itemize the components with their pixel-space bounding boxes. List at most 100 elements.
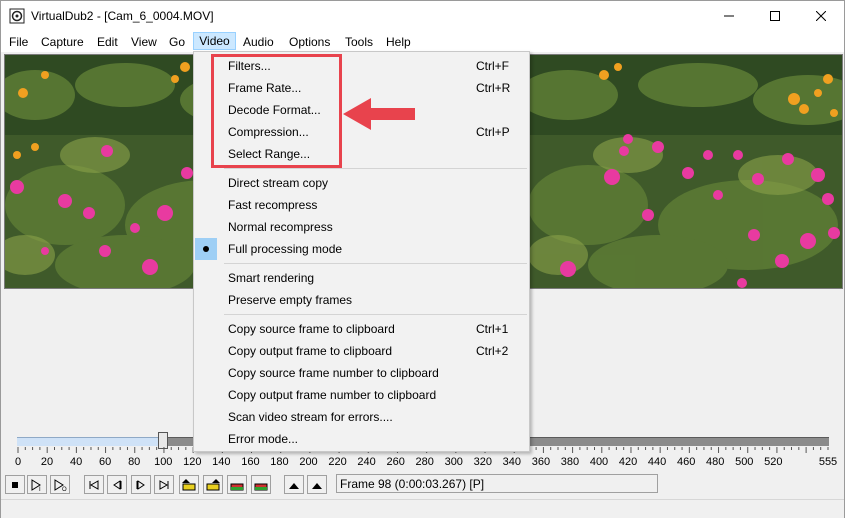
scene-forward-button[interactable] <box>251 475 271 494</box>
menu-item-smart-rendering[interactable]: Smart rendering <box>195 267 528 289</box>
tick-label: 500 <box>735 456 754 468</box>
output-frame-image <box>528 55 842 288</box>
tick-label: 120 <box>183 456 202 468</box>
menu-help[interactable]: Help <box>386 33 411 51</box>
next-frame-button[interactable] <box>131 475 151 494</box>
tick-label: 20 <box>40 456 54 468</box>
tick-label: 260 <box>386 456 405 468</box>
close-icon <box>816 11 826 21</box>
tick-label: 555 <box>818 456 838 468</box>
menu-view[interactable]: View <box>131 33 157 51</box>
menu-item-full-processing-mode[interactable]: Full processing mode <box>195 238 528 260</box>
tick-label: 360 <box>531 456 551 468</box>
stop-button[interactable] <box>5 475 25 494</box>
key-previous-icon <box>182 478 196 490</box>
menu-tools[interactable]: Tools <box>345 33 373 51</box>
svg-text:I: I <box>39 487 41 491</box>
go-to-end-button[interactable] <box>154 475 174 494</box>
tick-label: 320 <box>473 456 492 468</box>
next-frame-icon <box>136 479 145 490</box>
menu-item-copy-output-frame-number[interactable]: Copy output frame number to clipboard <box>195 384 528 406</box>
tick-label: 380 <box>560 456 580 468</box>
tick-label: 100 <box>154 456 173 468</box>
main-window: VirtualDub2 - [Cam_6_0004.MOV] File Capt… <box>0 0 845 518</box>
go-to-start-icon <box>89 479 99 490</box>
menu-item-copy-output-frame[interactable]: Copy output frame to clipboard Ctrl+2 <box>195 340 528 362</box>
mark-in-button[interactable] <box>284 475 304 494</box>
tick-label: 40 <box>69 456 83 468</box>
tick-label: 300 <box>444 456 463 468</box>
tick-label: 280 <box>415 456 434 468</box>
annotation-arrow-icon <box>343 98 415 130</box>
menu-item-copy-source-frame-number[interactable]: Copy source frame number to clipboard <box>195 362 528 384</box>
menu-go[interactable]: Go <box>169 33 185 51</box>
menu-audio[interactable]: Audio <box>243 33 274 51</box>
menu-item-direct-stream-copy[interactable]: Direct stream copy <box>195 172 528 194</box>
tick-label: 460 <box>676 456 696 468</box>
menu-capture[interactable]: Capture <box>41 33 84 51</box>
scene-forward-icon <box>254 483 268 490</box>
next-keyframe-button[interactable] <box>203 475 223 494</box>
minimize-button[interactable] <box>706 1 752 31</box>
play-output-icon: O <box>54 478 67 491</box>
scene-back-icon <box>230 483 244 490</box>
previous-keyframe-button[interactable] <box>179 475 199 494</box>
menu-bar: File Capture Edit View Go Video Audio Op… <box>1 31 844 52</box>
app-icon <box>9 8 25 24</box>
output-video-pane[interactable] <box>527 54 843 289</box>
tick-label: 240 <box>357 456 376 468</box>
tick-label: 340 <box>502 456 522 468</box>
menu-separator <box>224 168 527 169</box>
tick-label: 440 <box>647 456 667 468</box>
go-to-end-icon <box>159 479 169 490</box>
maximize-icon <box>770 11 780 21</box>
title-bar: VirtualDub2 - [Cam_6_0004.MOV] <box>1 1 844 31</box>
frame-position-readout: Frame 98 (0:00:03.267) [P] <box>336 474 658 493</box>
maximize-button[interactable] <box>752 1 798 31</box>
close-button[interactable] <box>798 1 844 31</box>
tick-label: 160 <box>241 456 260 468</box>
menu-separator <box>224 263 527 264</box>
tick-label: 80 <box>128 456 141 468</box>
window-title: VirtualDub2 - [Cam_6_0004.MOV] <box>31 9 214 23</box>
menu-item-preserve-empty-frames[interactable]: Preserve empty frames <box>195 289 528 311</box>
scene-back-button[interactable] <box>227 475 247 494</box>
tick-label: 480 <box>706 456 725 468</box>
menu-edit[interactable]: Edit <box>97 33 118 51</box>
previous-frame-button[interactable] <box>107 475 127 494</box>
play-output-button[interactable]: O <box>50 475 70 494</box>
tick-label: 400 <box>589 456 609 468</box>
menu-file[interactable]: File <box>9 33 28 51</box>
menu-options[interactable]: Options <box>289 33 330 51</box>
minimize-icon <box>724 15 734 17</box>
tick-label: 180 <box>270 456 289 468</box>
radio-bullet-icon <box>203 246 209 252</box>
mark-out-icon <box>312 482 322 489</box>
svg-text:O: O <box>62 487 67 491</box>
menu-item-copy-source-frame[interactable]: Copy source frame to clipboard Ctrl+1 <box>195 318 528 340</box>
menu-video[interactable]: Video <box>193 32 236 50</box>
menu-separator <box>224 314 527 315</box>
stop-icon <box>12 481 18 488</box>
tick-label: 520 <box>764 456 783 468</box>
mark-in-icon <box>289 482 299 489</box>
menu-item-scan-video-stream[interactable]: Scan video stream for errors.... <box>195 406 528 428</box>
tick-label: 420 <box>618 456 638 468</box>
tick-label: 0 <box>14 456 22 468</box>
menu-item-error-mode[interactable]: Error mode... <box>195 428 528 450</box>
tick-label: 200 <box>299 456 318 468</box>
play-input-icon: I <box>31 478 41 491</box>
mark-out-button[interactable] <box>307 475 327 494</box>
radio-check-column <box>195 238 217 260</box>
status-bar <box>1 499 844 518</box>
previous-frame-icon <box>113 479 122 490</box>
menu-item-normal-recompress[interactable]: Normal recompress <box>195 216 528 238</box>
tick-label: 220 <box>328 456 347 468</box>
timeline-selection <box>17 437 165 446</box>
key-next-icon <box>206 478 220 490</box>
annotation-highlight-box <box>211 54 342 168</box>
menu-item-fast-recompress[interactable]: Fast recompress <box>195 194 528 216</box>
play-input-button[interactable]: I <box>27 475 47 494</box>
tick-label: 60 <box>99 456 112 468</box>
go-to-start-button[interactable] <box>84 475 104 494</box>
